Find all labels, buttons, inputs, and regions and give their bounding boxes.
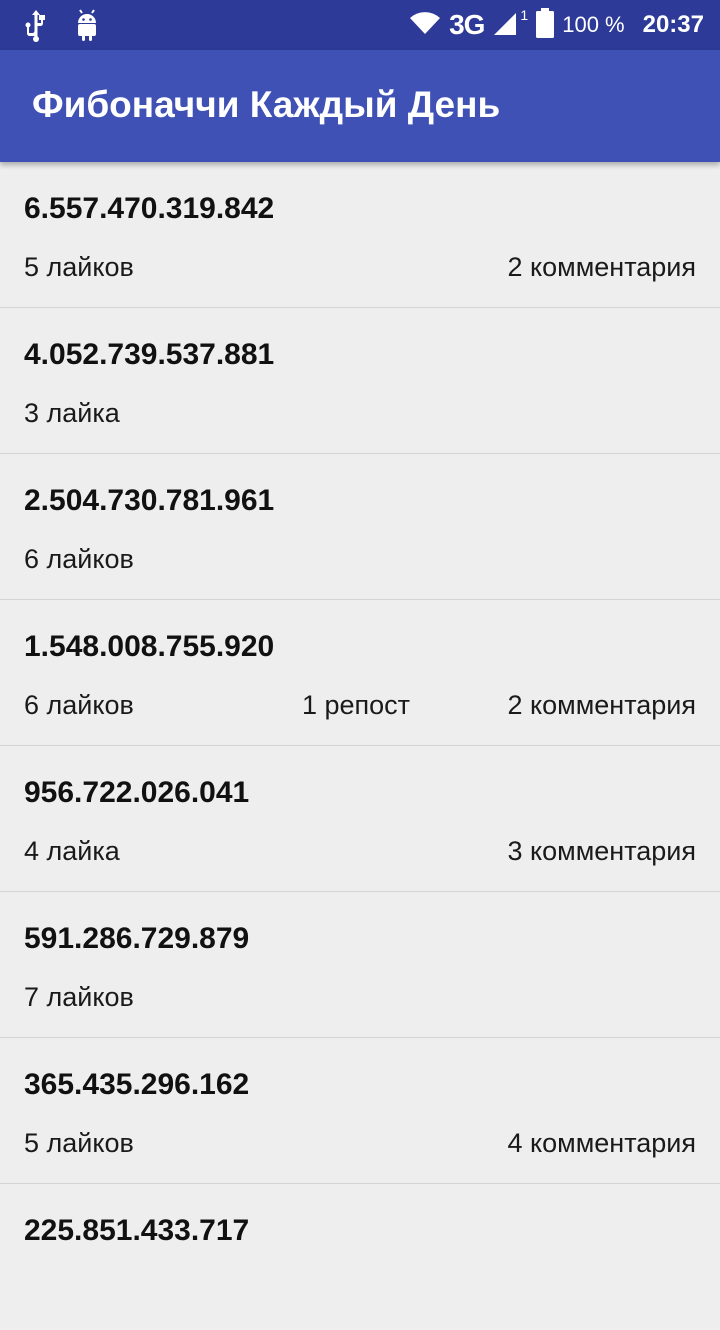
fibonacci-number: 956.722.026.041 bbox=[24, 776, 250, 809]
usb-icon bbox=[24, 8, 48, 47]
likes-count: 4 лайка bbox=[24, 836, 120, 866]
likes-count: 5 лайков bbox=[24, 1128, 134, 1158]
likes-count: 5 лайков bbox=[24, 252, 134, 282]
clock: 20:37 bbox=[642, 11, 704, 38]
list-item[interactable]: 1.548.008.755.920 6 лайков 1 репост 2 ко… bbox=[0, 600, 720, 746]
app-title: Фибоначчи Каждый День bbox=[32, 84, 501, 125]
likes-count: 7 лайков bbox=[24, 982, 134, 1012]
fibonacci-number: 1.548.008.755.920 bbox=[24, 630, 275, 663]
cell-signal-icon bbox=[492, 10, 518, 41]
likes-count: 6 лайков bbox=[24, 544, 134, 574]
comments-count: 4 комментария bbox=[507, 1128, 697, 1158]
fibonacci-number: 225.851.433.717 bbox=[24, 1214, 250, 1247]
android-debug-icon bbox=[74, 8, 100, 47]
fibonacci-number: 365.435.296.162 bbox=[24, 1068, 250, 1101]
list-item[interactable]: 591.286.729.879 7 лайков bbox=[0, 892, 720, 1038]
reposts-count: 1 репост bbox=[302, 690, 411, 720]
status-bar-notifications bbox=[24, 8, 100, 47]
list-item[interactable]: 225.851.433.717 bbox=[0, 1184, 720, 1330]
sim-slot-label: 1 bbox=[520, 7, 529, 23]
network-type-label: 3G bbox=[449, 9, 485, 40]
fibonacci-number: 2.504.730.781.961 bbox=[24, 484, 275, 517]
post-list[interactable]: 6.557.470.319.842 5 лайков 2 комментария… bbox=[0, 162, 720, 1330]
battery-percent: 100 % bbox=[562, 12, 625, 37]
list-item[interactable]: 4.052.739.537.881 3 лайка bbox=[0, 308, 720, 454]
status-bar-system: 3G 1 100 % 20:37 bbox=[409, 0, 704, 50]
list-item[interactable]: 2.504.730.781.961 6 лайков bbox=[0, 454, 720, 600]
likes-count: 6 лайков bbox=[24, 690, 134, 720]
comments-count: 2 комментария bbox=[507, 690, 697, 720]
fibonacci-number: 6.557.470.319.842 bbox=[24, 192, 275, 225]
app-bar: Фибоначчи Каждый День bbox=[0, 50, 720, 162]
list-item[interactable]: 365.435.296.162 5 лайков 4 комментария bbox=[0, 1038, 720, 1184]
list-item[interactable]: 6.557.470.319.842 5 лайков 2 комментария bbox=[0, 162, 720, 308]
wifi-icon bbox=[409, 10, 441, 41]
comments-count: 2 комментария bbox=[507, 252, 697, 282]
list-item[interactable]: 956.722.026.041 4 лайка 3 комментария bbox=[0, 746, 720, 892]
comments-count: 3 комментария bbox=[507, 836, 697, 866]
battery-icon bbox=[536, 7, 555, 43]
status-bar: 3G 1 100 % 20:37 bbox=[0, 0, 720, 50]
likes-count: 3 лайка bbox=[24, 398, 120, 428]
fibonacci-number: 4.052.739.537.881 bbox=[24, 338, 275, 371]
fibonacci-number: 591.286.729.879 bbox=[24, 922, 250, 955]
